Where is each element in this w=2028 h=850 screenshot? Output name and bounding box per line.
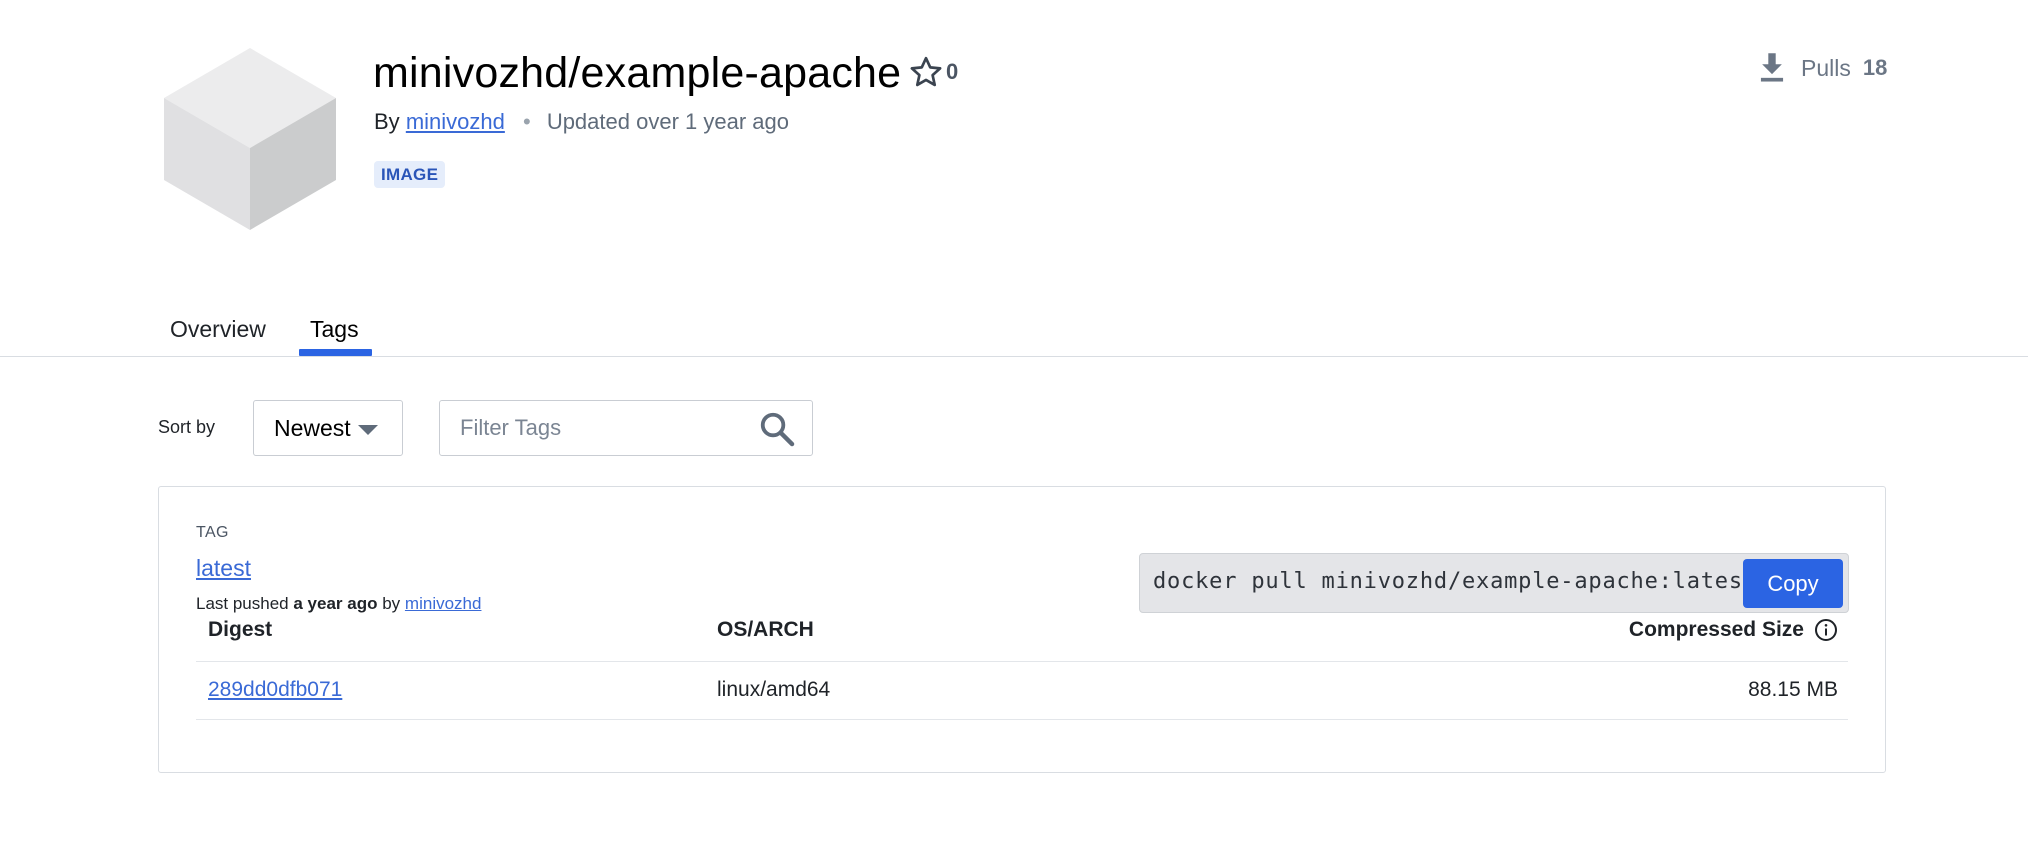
last-pushed-info: Last pushed a year ago by minivozhd — [196, 594, 481, 614]
repo-title: minivozhd/example-apache — [373, 49, 902, 97]
pushed-by-label: by — [382, 594, 401, 613]
search-icon[interactable] — [758, 410, 796, 448]
column-compressed-size: Compressed Size — [1629, 618, 1838, 642]
digest-link[interactable]: 289dd0dfb071 — [208, 678, 342, 702]
download-icon — [1760, 53, 1784, 82]
image-badge: IMAGE — [374, 161, 446, 188]
tab-bar: Overview Tags — [0, 300, 2028, 357]
column-os-arch: OS/ARCH — [717, 618, 814, 641]
docker-hub-repo-page: minivozhd/example-apache 0 By minivozhd … — [0, 0, 2028, 850]
digest-table: Digest OS/ARCH Compressed Size 289dd0dfb… — [196, 618, 1848, 720]
owner-link[interactable]: minivozhd — [406, 109, 505, 134]
pushed-when: a year ago — [293, 594, 378, 613]
tag-caption: TAG — [196, 524, 229, 541]
column-digest: Digest — [208, 618, 273, 641]
filter-tags-field — [439, 400, 813, 456]
sort-label: Sort by — [158, 417, 216, 437]
sort-value: Newest — [274, 415, 351, 441]
table-row: 289dd0dfb071 linux/amd64 88.15 MB — [196, 662, 1848, 720]
copy-button[interactable]: Copy — [1743, 559, 1843, 608]
sort-dropdown[interactable]: Newest — [253, 400, 403, 456]
star-icon[interactable] — [908, 54, 944, 90]
byline: By minivozhd • Updated over 1 year ago — [374, 108, 789, 136]
active-tab-indicator — [299, 349, 372, 356]
tag-card: TAG latest Last pushed a year ago by min… — [158, 486, 1886, 773]
pull-command-text[interactable]: docker pull minivozhd/example-apache:lat… — [1153, 569, 1757, 594]
tab-overview[interactable]: Overview — [170, 316, 266, 343]
chevron-down-icon — [358, 425, 378, 435]
compressed-size-value: 88.15 MB — [1748, 678, 1838, 701]
by-label: By — [374, 109, 400, 134]
pulls-label: Pulls — [1801, 54, 1851, 81]
pushed-by-link[interactable]: minivozhd — [405, 594, 482, 613]
tab-tags[interactable]: Tags — [310, 316, 359, 343]
separator-dot: • — [522, 109, 531, 134]
pulls-stat: Pulls 18 — [1757, 52, 1887, 84]
cube-logo — [164, 48, 336, 230]
pulls-count: 18 — [1862, 55, 1888, 80]
os-arch-value: linux/amd64 — [717, 678, 831, 701]
table-header: Digest OS/ARCH Compressed Size — [196, 618, 1848, 662]
star-count: 0 — [946, 59, 959, 84]
updated-text: Updated over 1 year ago — [546, 109, 789, 134]
column-compressed-size-label: Compressed Size — [1628, 618, 1804, 641]
tag-name-link[interactable]: latest — [196, 555, 251, 582]
pushed-prefix: Last pushed — [196, 594, 289, 613]
filter-tags-input[interactable] — [458, 411, 738, 445]
pull-command-box: docker pull minivozhd/example-apache:lat… — [1139, 553, 1849, 613]
info-icon[interactable] — [1814, 618, 1838, 642]
